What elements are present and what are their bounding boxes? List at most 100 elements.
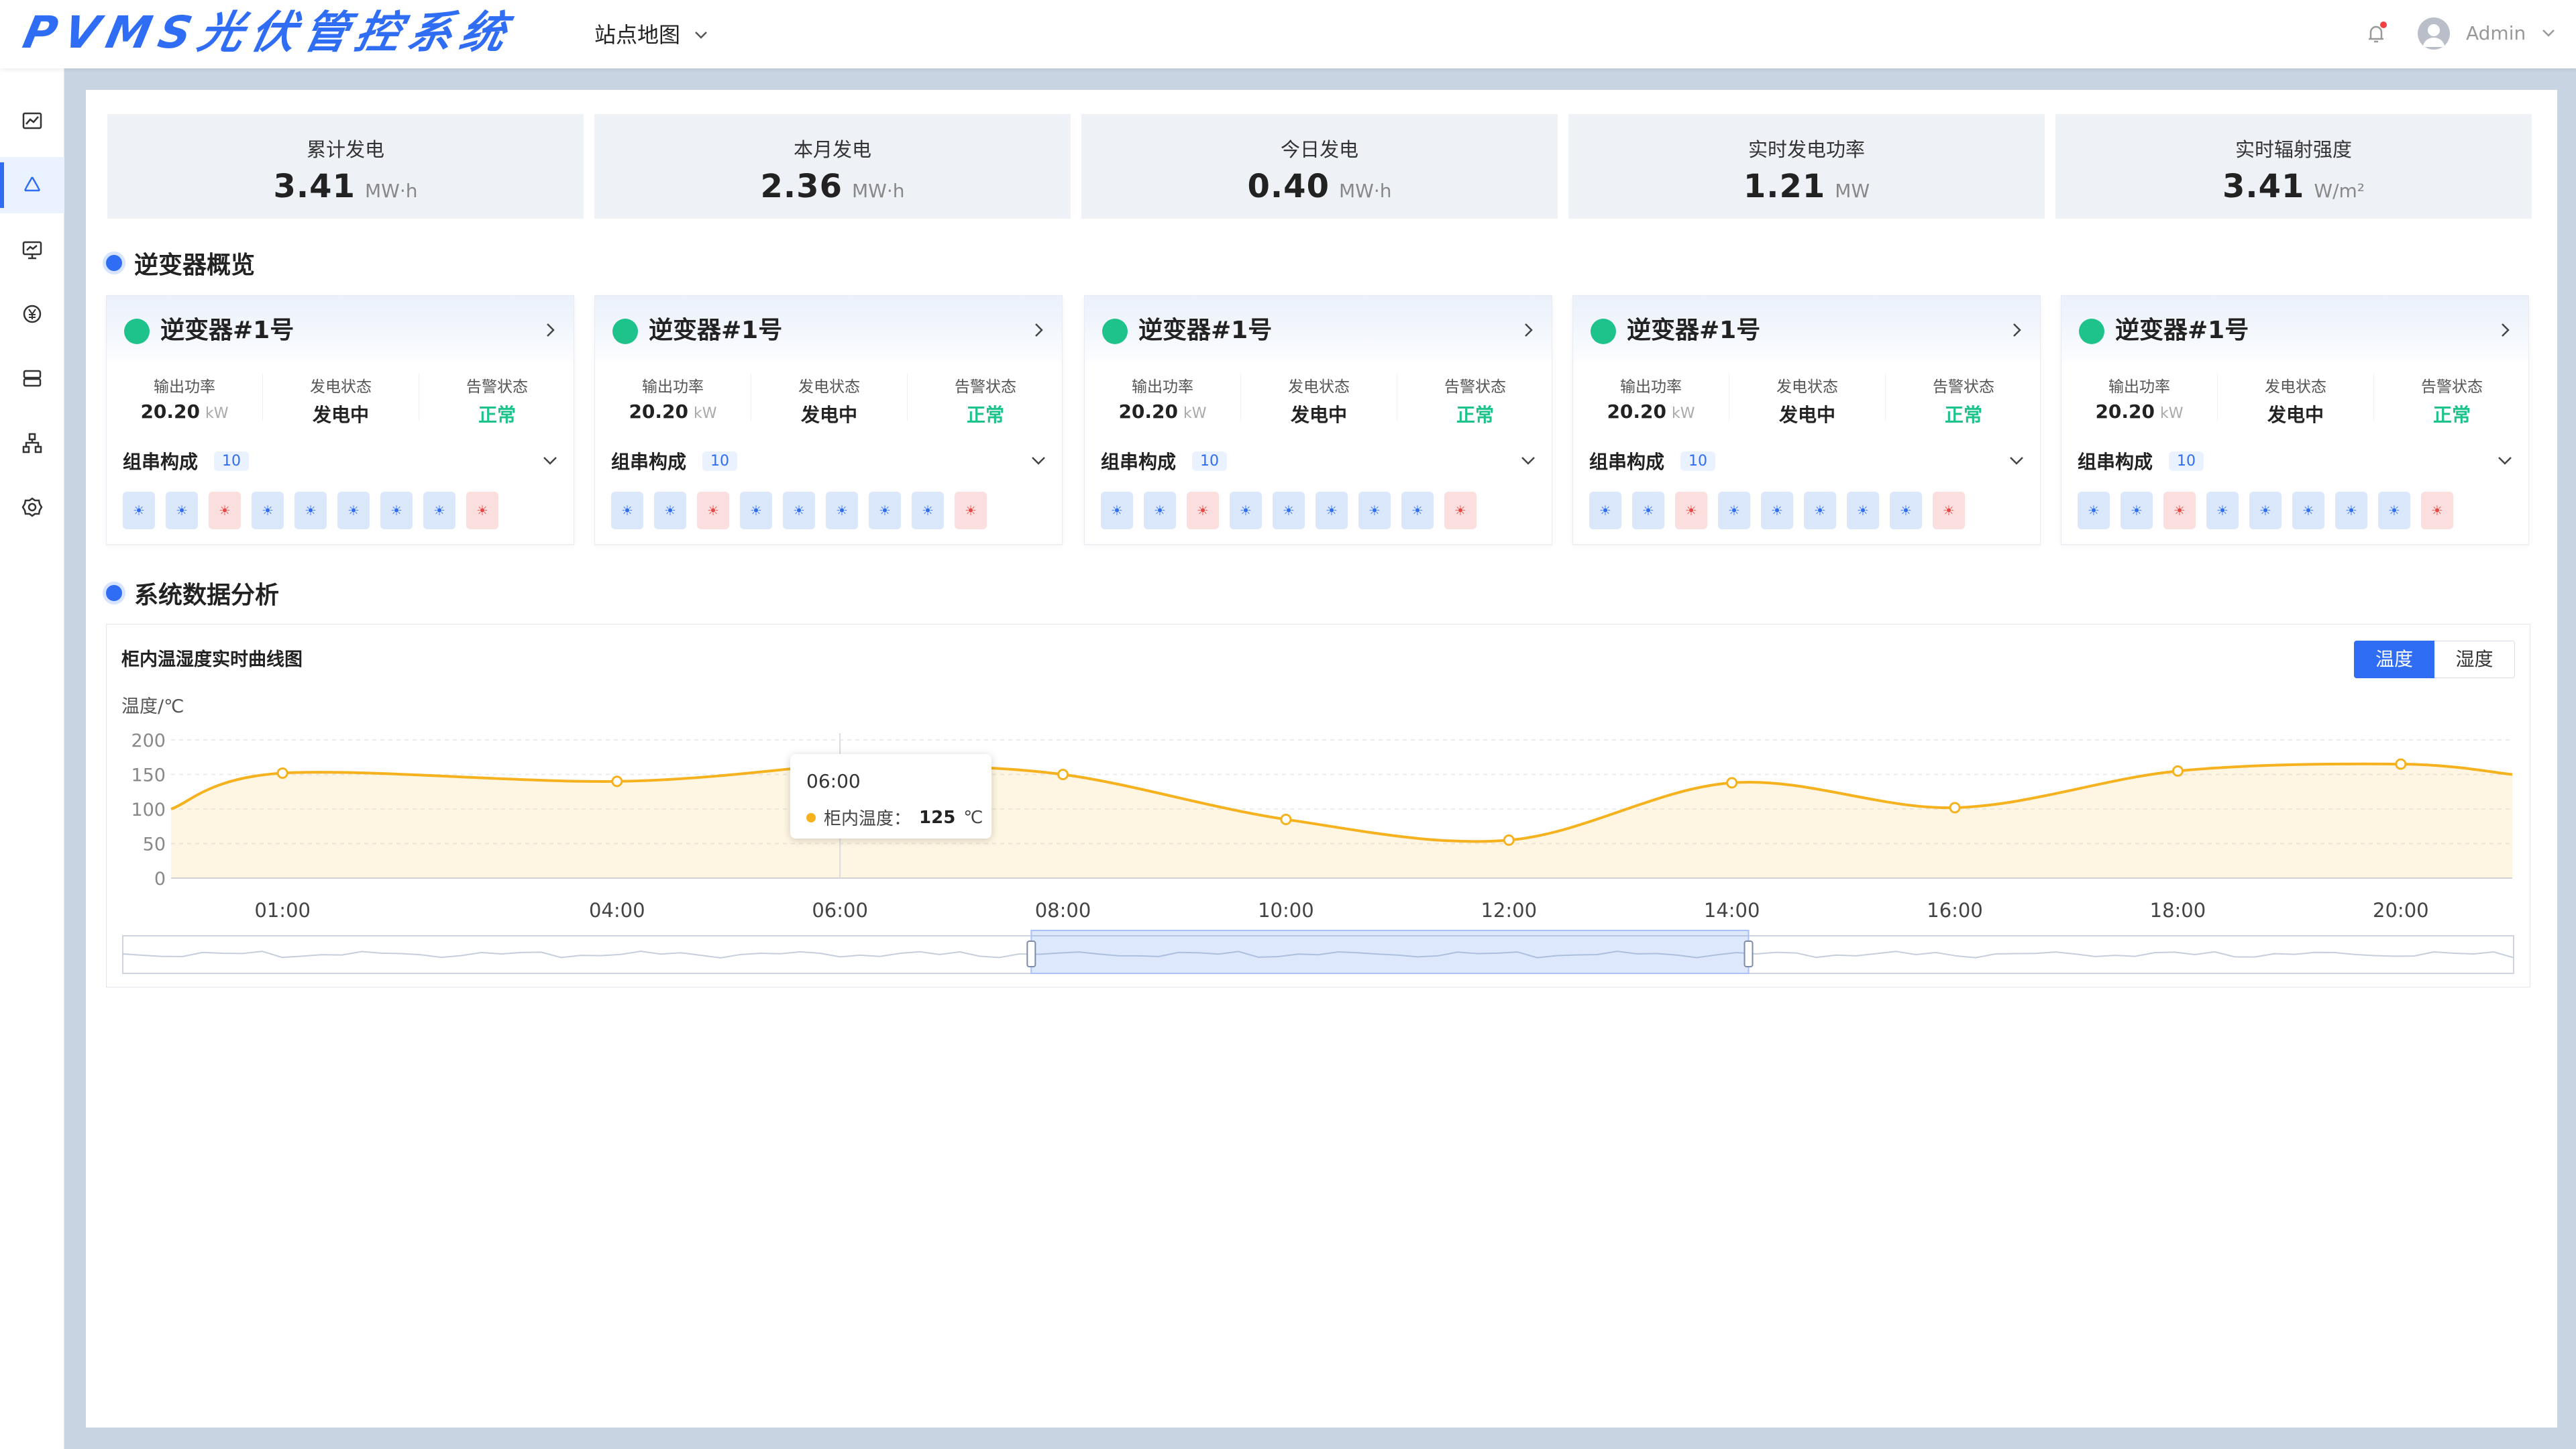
- y-tick-label: 50: [143, 835, 166, 855]
- chevron-down-icon[interactable]: [1028, 450, 1049, 470]
- network-icon: [22, 433, 42, 453]
- string-normal-icon[interactable]: ☀: [1358, 492, 1391, 529]
- avatar[interactable]: [2418, 17, 2450, 50]
- string-count-badge: 10: [2169, 451, 2204, 471]
- data-zoom-handle-left[interactable]: [1026, 941, 1036, 967]
- sidebar-item-storage[interactable]: [0, 350, 64, 407]
- stat-card-total: 累计发电 3.41 MW·h: [107, 114, 584, 219]
- string-alarm-icon[interactable]: ☀: [466, 492, 498, 529]
- string-normal-icon[interactable]: ☀: [1401, 492, 1434, 529]
- string-normal-icon[interactable]: ☀: [123, 492, 155, 529]
- string-normal-icon[interactable]: ☀: [294, 492, 327, 529]
- stat-label: 今日发电: [1280, 138, 1358, 161]
- chart-tooltip: 06:00 柜内温度： 125 ℃: [790, 754, 991, 839]
- notification-bell-icon[interactable]: [2363, 20, 2390, 47]
- string-alarm-icon[interactable]: ☀: [697, 492, 729, 529]
- string-normal-icon[interactable]: ☀: [869, 492, 901, 529]
- alarm-status-value: 正常: [2432, 404, 2471, 426]
- inverter-card[interactable]: 逆变器#1号 输出功率 20.20 kW 发电状态 发电中 告警状态 正常 组串构成 10 ☀ ☀ ☀ ☀…: [106, 295, 574, 545]
- string-normal-icon[interactable]: ☀: [380, 492, 413, 529]
- stat-label: 实时辐射强度: [2235, 138, 2352, 161]
- string-alarm-icon[interactable]: ☀: [2163, 492, 2196, 529]
- string-alarm-icon[interactable]: ☀: [1675, 492, 1707, 529]
- string-normal-icon[interactable]: ☀: [2378, 492, 2410, 529]
- app-logo: PVMS光伏管控系统: [18, 7, 519, 58]
- inverter-card-header: 逆变器#1号: [107, 296, 574, 360]
- inverter-card-header: 逆变器#1号: [1573, 296, 2040, 360]
- chevron-down-icon[interactable]: [540, 450, 560, 470]
- string-normal-icon[interactable]: ☀: [1847, 492, 1879, 529]
- stat-label: 本月发电: [793, 138, 871, 161]
- string-normal-icon[interactable]: ☀: [2078, 492, 2110, 529]
- stat-unit: W/m²: [2314, 180, 2365, 202]
- string-alarm-icon[interactable]: ☀: [1933, 492, 1965, 529]
- section-title: 逆变器概览: [134, 252, 256, 279]
- string-normal-icon[interactable]: ☀: [912, 492, 944, 529]
- string-normal-icon[interactable]: ☀: [1761, 492, 1793, 529]
- sidebar-item-monitor[interactable]: [0, 221, 64, 278]
- chevron-down-icon[interactable]: [2006, 450, 2027, 470]
- chevron-down-icon: [695, 32, 707, 39]
- string-normal-icon[interactable]: ☀: [2249, 492, 2282, 529]
- chevron-right-icon[interactable]: [1518, 320, 1538, 340]
- inverter-card[interactable]: 逆变器#1号 输出功率 20.20 kW 发电状态 发电中 告警状态 正常 组串构成 10 ☀ ☀ ☀ ☀…: [1084, 295, 1552, 545]
- user-menu-chevron-icon[interactable]: [2538, 23, 2559, 43]
- chevron-right-icon[interactable]: [540, 320, 560, 340]
- chevron-down-icon[interactable]: [1518, 450, 1538, 470]
- string-alarm-icon[interactable]: ☀: [1187, 492, 1219, 529]
- user-name[interactable]: Admin: [2466, 20, 2526, 47]
- string-normal-icon[interactable]: ☀: [2292, 492, 2324, 529]
- stat-card-month: 本月发电 2.36 MW·h: [594, 114, 1071, 219]
- string-normal-icon[interactable]: ☀: [1316, 492, 1348, 529]
- string-alarm-icon[interactable]: ☀: [209, 492, 241, 529]
- string-normal-icon[interactable]: ☀: [252, 492, 284, 529]
- string-normal-icon[interactable]: ☀: [1273, 492, 1305, 529]
- inverter-card[interactable]: 逆变器#1号 输出功率 20.20 kW 发电状态 发电中 告警状态 正常 组串构成 10 ☀ ☀ ☀ ☀…: [2061, 295, 2529, 545]
- sidebar-item-overview[interactable]: [0, 157, 64, 213]
- inverter-card-header: 逆变器#1号: [1085, 296, 1552, 360]
- chevron-right-icon[interactable]: [1028, 320, 1049, 340]
- string-alarm-icon[interactable]: ☀: [2421, 492, 2453, 529]
- database-icon: [23, 370, 42, 387]
- chevron-right-icon[interactable]: [2006, 320, 2027, 340]
- output-power-value: 20.20: [1118, 400, 1179, 423]
- sidebar-item-topology[interactable]: [0, 415, 64, 471]
- string-normal-icon[interactable]: ☀: [166, 492, 198, 529]
- string-normal-icon[interactable]: ☀: [2206, 492, 2239, 529]
- string-normal-icon[interactable]: ☀: [1144, 492, 1176, 529]
- alarm-status-label: 告警状态: [1444, 378, 1506, 396]
- inverter-card[interactable]: 逆变器#1号 输出功率 20.20 kW 发电状态 发电中 告警状态 正常 组串构成 10 ☀ ☀ ☀ ☀…: [594, 295, 1063, 545]
- string-normal-icon[interactable]: ☀: [783, 492, 815, 529]
- string-normal-icon[interactable]: ☀: [1589, 492, 1621, 529]
- gen-status-label: 发电状态: [310, 378, 372, 396]
- string-normal-icon[interactable]: ☀: [826, 492, 858, 529]
- sidebar-item-trend[interactable]: [0, 93, 64, 149]
- string-normal-icon[interactable]: ☀: [740, 492, 772, 529]
- string-normal-icon[interactable]: ☀: [1804, 492, 1836, 529]
- chevron-down-icon[interactable]: [2495, 450, 2515, 470]
- string-normal-icon[interactable]: ☀: [654, 492, 686, 529]
- string-normal-icon[interactable]: ☀: [1101, 492, 1133, 529]
- chevron-right-icon[interactable]: [2495, 320, 2515, 340]
- inverter-card[interactable]: 逆变器#1号 输出功率 20.20 kW 发电状态 发电中 告警状态 正常 组串构成 10 ☀ ☀ ☀ ☀…: [1572, 295, 2041, 545]
- stat-value: 3.41: [273, 168, 356, 205]
- string-normal-icon[interactable]: ☀: [1718, 492, 1750, 529]
- string-alarm-icon[interactable]: ☀: [955, 492, 987, 529]
- string-normal-icon[interactable]: ☀: [1632, 492, 1664, 529]
- string-normal-icon[interactable]: ☀: [423, 492, 455, 529]
- string-normal-icon[interactable]: ☀: [337, 492, 370, 529]
- site-map-select[interactable]: 站点地图: [594, 16, 710, 54]
- string-normal-icon[interactable]: ☀: [1890, 492, 1922, 529]
- sidebar-item-revenue[interactable]: [0, 286, 64, 342]
- string-alarm-icon[interactable]: ☀: [1444, 492, 1477, 529]
- sidebar-item-settings[interactable]: [0, 479, 64, 535]
- data-zoom-handle-right[interactable]: [1743, 941, 1754, 967]
- string-normal-icon[interactable]: ☀: [2121, 492, 2153, 529]
- string-normal-icon[interactable]: ☀: [1230, 492, 1262, 529]
- string-normal-icon[interactable]: ☀: [2335, 492, 2367, 529]
- string-count-badge: 10: [1192, 451, 1228, 471]
- data-point: [1726, 777, 1738, 789]
- alarm-status-label: 告警状态: [1933, 378, 1994, 396]
- output-power-value: 20.20: [1607, 400, 1667, 423]
- string-normal-icon[interactable]: ☀: [611, 492, 643, 529]
